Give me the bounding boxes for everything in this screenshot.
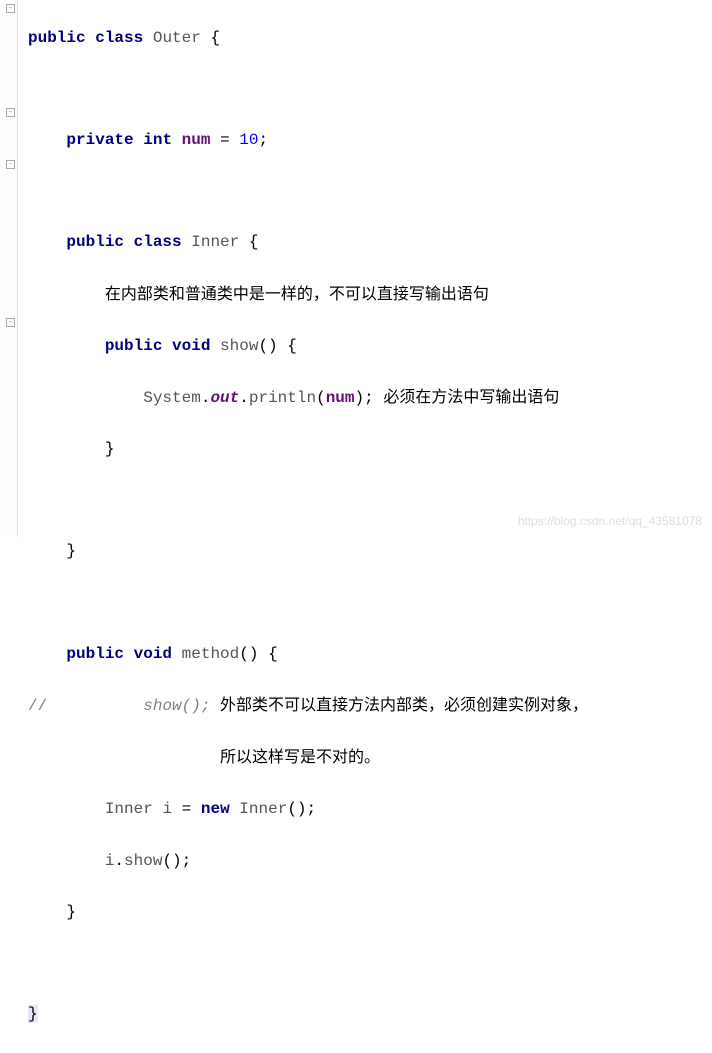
brace-close: } (66, 542, 76, 560)
fold-marker[interactable]: - (6, 4, 15, 13)
paren-close: ) (355, 389, 365, 407)
method-name: show (220, 337, 258, 355)
parentheses: () (287, 800, 306, 818)
keyword-int: int (143, 131, 172, 149)
keyword-void: void (172, 337, 210, 355)
class-name: Outer (153, 29, 201, 47)
chinese-annotation: 所以这样写是不对的。 (220, 749, 380, 766)
code-line: } (28, 539, 712, 565)
chinese-annotation: 必须在方法中写输出语句 (383, 389, 559, 406)
keyword-private: private (66, 131, 133, 149)
method-name: method (182, 645, 240, 663)
comment-marker: // (28, 697, 47, 715)
static-field: out (210, 389, 239, 407)
code-line: } (28, 900, 712, 926)
fold-marker[interactable]: - (6, 318, 15, 327)
field-name: num (182, 131, 211, 149)
brace-open: { (249, 233, 259, 251)
variable: i (162, 800, 172, 818)
watermark: https://blog.csdn.net/qq_43581078 (518, 512, 702, 531)
code-line: public void show() { (28, 334, 712, 360)
dot: . (114, 852, 124, 870)
dot: . (239, 389, 249, 407)
equals: = (182, 800, 192, 818)
fold-marker[interactable]: - (6, 160, 15, 169)
code-line: } (28, 437, 712, 463)
blank-line (28, 77, 712, 103)
field-ref: num (326, 389, 355, 407)
fold-marker[interactable]: - (6, 108, 15, 117)
number-literal: 10 (239, 131, 258, 149)
annotation-line: 所以这样写是不对的。 (28, 745, 712, 772)
semicolon: ; (259, 131, 269, 149)
brace-open: { (287, 337, 297, 355)
code-line: // show(); 外部类不可以直接方法内部类，必须创建实例对象， (28, 693, 712, 720)
keyword-public: public (66, 645, 124, 663)
code-line: i.show(); (28, 849, 712, 875)
keyword-public: public (28, 29, 86, 47)
blank-line (28, 591, 712, 617)
class-name: Inner (191, 233, 239, 251)
commented-code: ; (201, 697, 211, 715)
brace-open: { (268, 645, 278, 663)
method-call: println (249, 389, 316, 407)
annotation-line: 在内部类和普通类中是一样的，不可以直接写输出语句 (28, 282, 712, 309)
commented-code: show (143, 697, 181, 715)
keyword-class: class (134, 233, 182, 251)
semicolon: ; (307, 800, 317, 818)
blank-line (28, 951, 712, 977)
keyword-new: new (201, 800, 230, 818)
brace-close: } (66, 903, 76, 921)
code-line: System.out.println(num); 必须在方法中写输出语句 (28, 385, 712, 412)
type-ref: Inner (105, 800, 153, 818)
parentheses: () (258, 337, 277, 355)
brace-open: { (210, 29, 220, 47)
keyword-class: class (95, 29, 143, 47)
blank-line (28, 488, 712, 514)
brace-close: } (28, 1005, 38, 1023)
code-line: private int num = 10; (28, 128, 712, 154)
variable: i (105, 852, 115, 870)
chinese-annotation: 在内部类和普通类中是一样的，不可以直接写输出语句 (105, 286, 489, 303)
constructor: Inner (239, 800, 287, 818)
gutter: - - - - (0, 0, 18, 537)
chinese-annotation: 外部类不可以直接方法内部类，必须创建实例对象， (220, 697, 588, 714)
method-call: show (124, 852, 162, 870)
code-line: Inner i = new Inner(); (28, 797, 712, 823)
brace-close: } (105, 440, 115, 458)
semicolon: ; (182, 852, 192, 870)
semicolon: ; (364, 389, 374, 407)
parentheses: () (162, 852, 181, 870)
keyword-void: void (134, 645, 172, 663)
keyword-public: public (105, 337, 163, 355)
paren-open: ( (316, 389, 326, 407)
code-line: public class Outer { (28, 26, 712, 52)
keyword-public: public (66, 233, 124, 251)
code-line: } (28, 1002, 712, 1028)
class-ref: System (143, 389, 201, 407)
commented-code: () (182, 697, 201, 715)
blank-line (28, 179, 712, 205)
code-line: public class Inner { (28, 230, 712, 256)
dot: . (201, 389, 211, 407)
code-line: public void method() { (28, 642, 712, 668)
equals: = (220, 131, 230, 149)
parentheses: () (239, 645, 258, 663)
